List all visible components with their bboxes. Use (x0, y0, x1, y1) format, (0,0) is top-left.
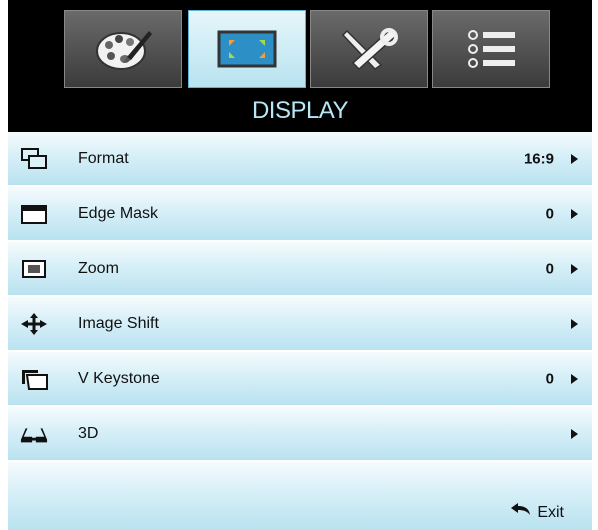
menu-item-image-shift[interactable]: Image Shift (8, 297, 592, 352)
menu-item-label: Edge Mask (78, 204, 159, 222)
exit-label: Exit (537, 503, 564, 521)
tools-icon (337, 25, 401, 73)
menu-item-value: 0 (545, 370, 554, 387)
menu-item-v-keystone[interactable]: V Keystone 0 (8, 352, 592, 407)
menu-item-zoom[interactable]: Zoom 0 (8, 242, 592, 297)
tab-settings[interactable] (310, 10, 428, 88)
menu-item-value: 0 (545, 205, 554, 222)
chevron-right-icon (571, 208, 578, 219)
zoom-icon (20, 257, 48, 281)
menu-item-value: 0 (545, 260, 554, 277)
exit-button[interactable]: Exit (511, 503, 564, 522)
chevron-right-icon (571, 263, 578, 274)
edge-mask-icon (20, 202, 48, 226)
chevron-right-icon (571, 373, 578, 384)
menu-item-value: 16:9 (523, 150, 554, 167)
return-icon (511, 503, 531, 522)
menu-item-label: Zoom (78, 259, 119, 277)
menu-item-3d[interactable]: 3D (8, 407, 592, 462)
menu-item-label: Image Shift (78, 314, 159, 332)
chevron-right-icon (571, 428, 578, 439)
menu-title-bar: DISPLAY (8, 90, 592, 132)
3d-glasses-icon (20, 422, 48, 446)
osd-menu: DISPLAY Format 16:9 Edge Mask 0 Zoom 0 I… (8, 0, 592, 530)
menu-item-edge-mask[interactable]: Edge Mask 0 (8, 187, 592, 242)
move-icon (20, 312, 48, 336)
tab-image[interactable] (64, 10, 182, 88)
chevron-right-icon (571, 318, 578, 329)
palette-icon (91, 25, 155, 73)
tab-bar (8, 0, 592, 90)
menu-item-label: V Keystone (78, 369, 160, 387)
menu-item-format[interactable]: Format 16:9 (8, 132, 592, 187)
menu-list: Format 16:9 Edge Mask 0 Zoom 0 Image Shi… (8, 132, 592, 530)
keystone-icon (20, 367, 48, 391)
exit-row: Exit (8, 462, 592, 530)
tab-display[interactable] (188, 10, 306, 88)
page-title: DISPLAY (251, 97, 349, 124)
tab-options[interactable] (432, 10, 550, 88)
menu-item-label: Format (78, 149, 129, 167)
chevron-right-icon (571, 153, 578, 164)
display-icon (215, 28, 279, 70)
menu-item-label: 3D (78, 424, 99, 442)
format-icon (20, 147, 48, 171)
list-icon (459, 25, 523, 73)
